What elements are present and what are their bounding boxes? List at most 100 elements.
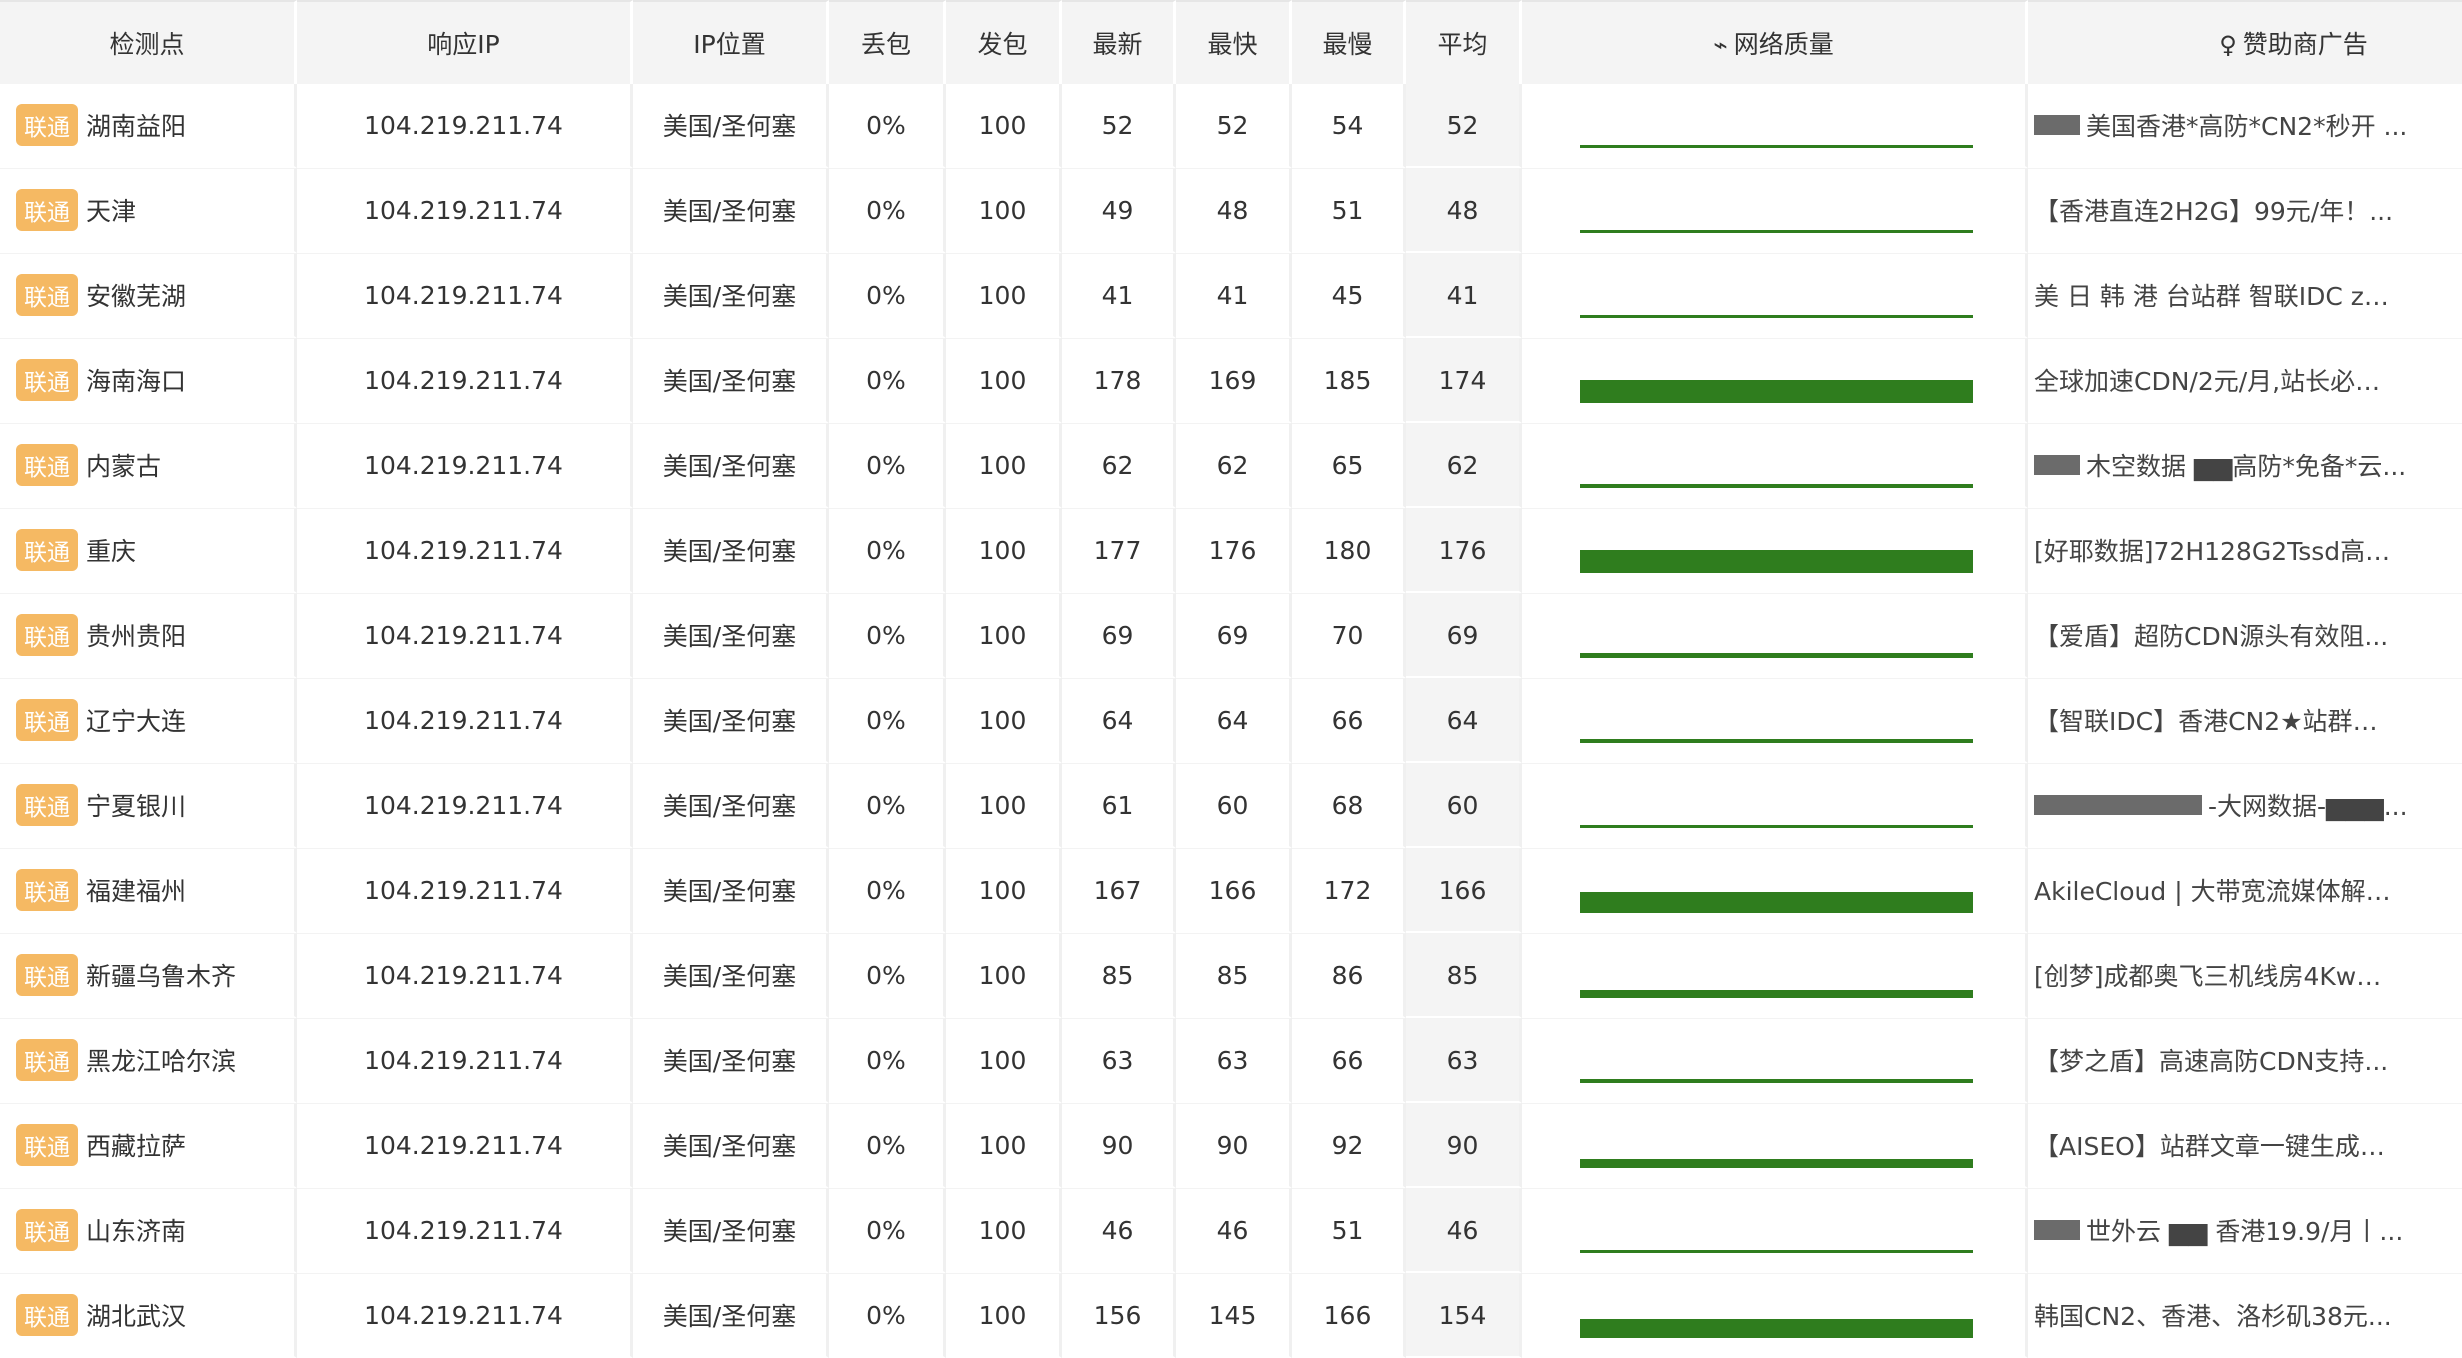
cell-node: 联通 西藏拉萨 (0, 1103, 297, 1188)
column-header-fastest[interactable]: 最快 (1176, 0, 1292, 84)
column-header-node[interactable]: 检测点 (0, 0, 297, 84)
node-city: 安徽芜湖 (86, 282, 187, 311)
table-row[interactable]: 联通 内蒙古 104.219.211.74 美国/圣何塞 0% 100 62 62 65 62 木空… (0, 423, 2462, 508)
column-header-slowest[interactable]: 最慢 (1292, 0, 1406, 84)
node-city: 内蒙古 (86, 452, 162, 481)
column-header-loss[interactable]: 丢包 (829, 0, 946, 84)
cell-slowest: 86 (1292, 933, 1406, 1018)
table-row[interactable]: 联通 重庆 104.219.211.74 美国/圣何塞 0% 100 177 176 180 17… (0, 508, 2462, 593)
cell-node: 联通 宁夏银川 (0, 763, 297, 848)
cell-sent: 100 (946, 1103, 1062, 1188)
cell-ip: 104.219.211.74 (297, 933, 633, 1018)
cell-ad[interactable]: 【智联IDC】香港CN2★站群★... (2028, 678, 2462, 763)
table-row[interactable]: 联通 安徽芜湖 104.219.211.74 美国/圣何塞 0% 100 41 41 45 41 美… (0, 253, 2462, 338)
cell-latest: 63 (1062, 1018, 1176, 1103)
sponsor-ad-link[interactable]: 【梦之盾】高速高防CDN支持... (2034, 1042, 2388, 1078)
table-row[interactable]: 联通 贵州贵阳 104.219.211.74 美国/圣何塞 0% 100 69 69 70 69 【… (0, 593, 2462, 678)
table-row[interactable]: 联通 湖北武汉 104.219.211.74 美国/圣何塞 0% 100 156 145 166… (0, 1273, 2462, 1358)
cell-sent: 100 (946, 848, 1062, 933)
column-header-label: 丢包 (860, 30, 911, 59)
sponsor-ad-link[interactable]: 【AISEO】站群文章一键生成，... (2034, 1127, 2394, 1163)
isp-badge: 联通 (16, 444, 78, 486)
table-row[interactable]: 联通 福建福州 104.219.211.74 美国/圣何塞 0% 100 167 166 172… (0, 848, 2462, 933)
cell-fastest: 169 (1176, 338, 1292, 423)
isp-badge: 联通 (16, 869, 78, 911)
sponsor-ad-link[interactable]: 美 日 韩 港 台站群 智联IDC zlid... (2034, 277, 2394, 313)
cell-ad[interactable]: 全球加速CDN/2元/月,站长必备！ (2028, 338, 2462, 423)
cell-ad[interactable]: 木空数据 ▆▆高防*免备*云... (2028, 423, 2462, 508)
cell-ad[interactable]: 【梦之盾】高速高防CDN支持... (2028, 1018, 2462, 1103)
sponsor-ad-link[interactable]: 【智联IDC】香港CN2★站群★... (2034, 702, 2394, 738)
cell-node: 联通 内蒙古 (0, 423, 297, 508)
latency-bar (1580, 825, 1973, 828)
column-header-loc[interactable]: IP位置 (633, 0, 829, 84)
cell-node: 联通 辽宁大连 (0, 678, 297, 763)
cell-loss: 0% (829, 678, 946, 763)
column-header-sent[interactable]: 发包 (946, 0, 1062, 84)
column-header-quality[interactable]: ⌁ 网络质量 (1522, 0, 2028, 84)
table-row[interactable]: 联通 辽宁大连 104.219.211.74 美国/圣何塞 0% 100 64 64 66 64 【… (0, 678, 2462, 763)
column-header-avg[interactable]: 平均 (1406, 0, 1522, 84)
sponsor-ad-link[interactable]: [创梦]成都奥飞三机线房4Kw机... (2034, 957, 2394, 993)
cell-ad[interactable]: [创梦]成都奥飞三机线房4Kw机... (2028, 933, 2462, 1018)
cell-loc: 美国/圣何塞 (633, 1018, 829, 1103)
cell-quality (1522, 423, 2028, 508)
sponsor-ad-link[interactable]: 全球加速CDN/2元/月,站长必备！ (2034, 362, 2394, 398)
cell-sent: 100 (946, 1018, 1062, 1103)
cell-latest: 85 (1062, 933, 1176, 1018)
sponsor-ad-link[interactable]: 韩国CN2、香港、洛杉矶38元... (2034, 1297, 2392, 1333)
cell-latest: 69 (1062, 593, 1176, 678)
latency-bar (1580, 1159, 1973, 1168)
table-row[interactable]: 联通 宁夏银川 104.219.211.74 美国/圣何塞 0% 100 61 60 68 60-… (0, 763, 2462, 848)
cell-fastest: 85 (1176, 933, 1292, 1018)
sponsor-ad-link[interactable]: 【香港直连2H2G】99元/年！... (2034, 192, 2393, 228)
table-row[interactable]: 联通 新疆乌鲁木齐 104.219.211.74 美国/圣何塞 0% 100 85 85 86 8… (0, 933, 2462, 1018)
cell-quality (1522, 1273, 2028, 1358)
cell-ad[interactable]: AkileCloud | 大带宽流媒体解锁... (2028, 848, 2462, 933)
cell-ad[interactable]: 【AISEO】站群文章一键生成，... (2028, 1103, 2462, 1188)
cell-ad[interactable]: 【香港直连2H2G】99元/年！... (2028, 168, 2462, 253)
column-header-latest[interactable]: 最新 (1062, 0, 1176, 84)
sponsor-ad-link[interactable]: 世外云 ▆▆ 香港19.9/月丨... (2086, 1212, 2403, 1248)
latency-bar (1580, 739, 1973, 743)
node-city: 湖北武汉 (86, 1302, 187, 1331)
sponsor-ad-link[interactable]: 美国香港*高防*CN2*秒开 ... (2086, 107, 2407, 143)
cell-sent: 100 (946, 253, 1062, 338)
cell-slowest: 185 (1292, 338, 1406, 423)
sponsor-ad-link[interactable]: [好耶数据]72H128G2Tssd高防... (2034, 532, 2394, 568)
cell-ad[interactable]: 美 日 韩 港 台站群 智联IDC zlid... (2028, 253, 2462, 338)
cell-ip: 104.219.211.74 (297, 1188, 633, 1273)
column-header-label: 发包 (977, 30, 1028, 59)
cell-loss: 0% (829, 168, 946, 253)
cell-ad[interactable]: 美国香港*高防*CN2*秒开 ... (2028, 84, 2462, 168)
sponsor-ad-link[interactable]: 【爱盾】超防CDN源头有效阻... (2034, 617, 2388, 653)
cell-slowest: 51 (1292, 1188, 1406, 1273)
column-header-label: 网络质量 (1733, 30, 1834, 59)
cell-ad[interactable]: 韩国CN2、香港、洛杉矶38元... (2028, 1273, 2462, 1358)
cell-ad[interactable]: -大网数据-▆▆▆... (2028, 763, 2462, 848)
cell-loss: 0% (829, 593, 946, 678)
cell-avg: 166 (1406, 848, 1522, 933)
table-row[interactable]: 联通 湖南益阳 104.219.211.74 美国/圣何塞 0% 100 52 52 54 52 美… (0, 84, 2462, 168)
cell-latest: 61 (1062, 763, 1176, 848)
column-header-ip[interactable]: 响应IP (297, 0, 633, 84)
column-header-ad[interactable]: ♀ 赞助商广告 (2028, 0, 2462, 84)
cell-ad[interactable]: 世外云 ▆▆ 香港19.9/月丨... (2028, 1188, 2462, 1273)
sponsor-ad-link[interactable]: AkileCloud | 大带宽流媒体解锁... (2034, 872, 2394, 908)
cell-loss: 0% (829, 1188, 946, 1273)
isp-badge: 联通 (16, 1039, 78, 1081)
table-row[interactable]: 联通 西藏拉萨 104.219.211.74 美国/圣何塞 0% 100 90 90 92 90 【… (0, 1103, 2462, 1188)
table-body: 联通 湖南益阳 104.219.211.74 美国/圣何塞 0% 100 52 52 54 52 美… (0, 84, 2462, 1358)
cell-ad[interactable]: 【爱盾】超防CDN源头有效阻... (2028, 593, 2462, 678)
table-row[interactable]: 联通 天津 104.219.211.74 美国/圣何塞 0% 100 49 48 51 48 【香港… (0, 168, 2462, 253)
table-row[interactable]: 联通 黑龙江哈尔滨 104.219.211.74 美国/圣何塞 0% 100 63 63 66 6… (0, 1018, 2462, 1103)
node-city: 天津 (86, 197, 137, 226)
sponsor-ad-link[interactable]: -大网数据-▆▆▆... (2208, 787, 2408, 823)
table-row[interactable]: 联通 海南海口 104.219.211.74 美国/圣何塞 0% 100 178 169 185… (0, 338, 2462, 423)
cell-quality (1522, 508, 2028, 593)
sponsor-ad-link[interactable]: 木空数据 ▆▆高防*免备*云... (2086, 447, 2406, 483)
table-row[interactable]: 联通 山东济南 104.219.211.74 美国/圣何塞 0% 100 46 46 51 46 世… (0, 1188, 2462, 1273)
cell-ip: 104.219.211.74 (297, 593, 633, 678)
cell-slowest: 172 (1292, 848, 1406, 933)
cell-ad[interactable]: [好耶数据]72H128G2Tssd高防... (2028, 508, 2462, 593)
